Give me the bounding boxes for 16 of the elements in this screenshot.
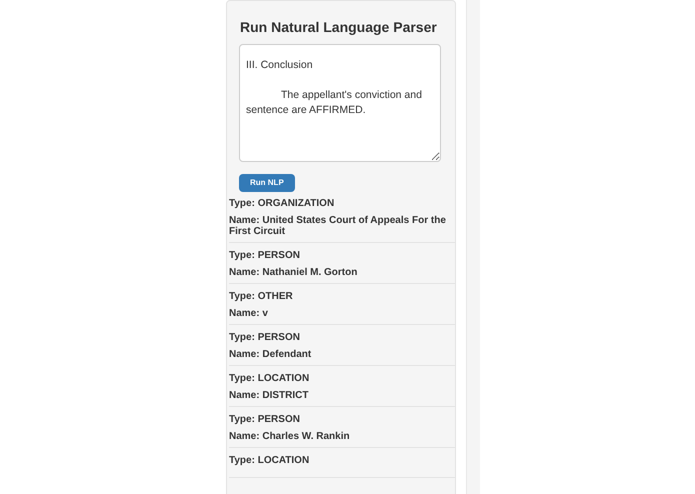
entity-type: Type: PERSON	[229, 250, 301, 262]
entity-name: Name: Nathaniel M. Gorton	[229, 267, 358, 278]
entity-type: Type: LOCATION	[229, 373, 310, 385]
entity-type: Type: OTHER	[229, 291, 294, 303]
run-nlp-button[interactable]: Run NLP	[239, 174, 295, 192]
entity-type: Type: ORGANIZATION	[229, 198, 336, 210]
text-area[interactable]: III. Conclusion The appellant's conviction and sentence are AFFIRMED.	[239, 44, 441, 162]
entity-type: Type: LOCATION	[229, 455, 310, 467]
panel-title: Run Natural Language Parser	[239, 18, 438, 37]
entity-type: Type: PERSON	[229, 332, 301, 344]
entity-name: Name: United States Court of Appeals For the First Circuit	[229, 215, 447, 237]
entity-type: Type: PERSON	[229, 414, 301, 426]
entity-name: Name: Charles W. Rankin	[229, 431, 351, 442]
entity-name: Name: v	[229, 308, 269, 319]
entity-name: Name: DISTRICT	[229, 390, 310, 401]
entity-name: Name: Defendant	[229, 349, 312, 360]
